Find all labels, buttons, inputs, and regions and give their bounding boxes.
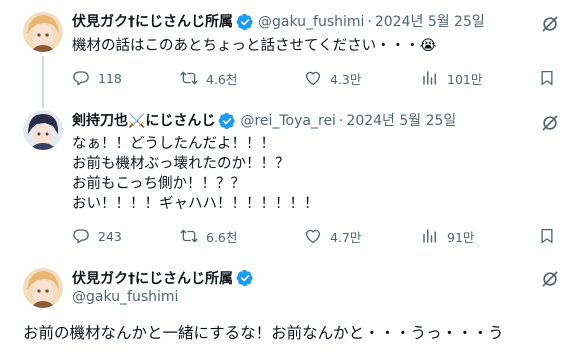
views-count: 91만: [447, 229, 475, 245]
tweet-header: 剣持刀也⚔️にじさんじ @rei_Toya_rei · 2024년 5월 25일: [72, 111, 456, 131]
tweet-text-line-4: おい！！！！ギャハハ！！！！！！！: [72, 196, 319, 212]
reply-button[interactable]: 118: [72, 69, 122, 87]
avatar-toya[interactable]: [23, 110, 63, 150]
separator-dot: ·: [338, 113, 344, 129]
thread-line: [42, 56, 44, 106]
author-handle[interactable]: @gaku_fushimi: [258, 12, 364, 32]
tweet-text-line-3: お前もこっち側か！！？？: [72, 176, 245, 192]
verified-badge-icon: [236, 269, 254, 287]
grok-icon[interactable]: [540, 113, 560, 133]
reply-count: 118: [98, 70, 122, 86]
views-button[interactable]: 91만: [421, 227, 474, 246]
main-author-handle[interactable]: @gaku_fushimi: [72, 289, 178, 305]
retweet-count: 4.6천: [206, 71, 238, 87]
bookmark-button[interactable]: [538, 69, 564, 87]
author-name[interactable]: 伏見ガク†にじさんじ所属: [72, 12, 233, 32]
author-name[interactable]: 剣持刀也⚔️にじさんじ: [72, 111, 215, 131]
tweet-1[interactable]: 伏見ガク†にじさんじ所属 @gaku_fushimi · 2024년 5월 25…: [0, 0, 572, 106]
like-button[interactable]: 4.3만: [304, 69, 361, 88]
like-button[interactable]: 4.7만: [304, 227, 361, 246]
like-count: 4.7만: [330, 229, 362, 245]
retweet-button[interactable]: 4.6천: [180, 69, 237, 88]
action-bar: 243 6.6천 4.7만 91만: [72, 226, 560, 246]
reply-button[interactable]: 243: [72, 227, 122, 245]
views-button[interactable]: 101만: [421, 69, 482, 88]
retweet-count: 6.6천: [206, 229, 238, 245]
tweet-header: 伏見ガク†にじさんじ所属 @gaku_fushimi · 2024년 5월 25…: [72, 12, 485, 32]
bookmark-button[interactable]: [538, 227, 564, 245]
tweet-2[interactable]: 剣持刀也⚔️にじさんじ @rei_Toya_rei · 2024년 5월 25일…: [0, 100, 572, 260]
views-icon: [421, 227, 439, 245]
tweet-text: 機材の話はこのあとちょっと話させてください・・・😭: [72, 38, 437, 54]
avatar-gaku-main[interactable]: [23, 268, 63, 308]
retweet-icon: [180, 69, 198, 87]
bookmark-icon: [538, 69, 556, 87]
separator-dot: ·: [367, 14, 372, 30]
tweet-text-line-1: なぁ！！どうしたんだよ！！！: [72, 136, 275, 152]
like-count: 4.3만: [330, 71, 362, 87]
grok-icon[interactable]: [540, 269, 560, 289]
reply-count: 243: [98, 228, 122, 244]
action-bar: 118 4.6천 4.3만 101만: [72, 68, 560, 88]
verified-badge-icon: [218, 112, 236, 130]
bookmark-icon: [538, 227, 556, 245]
tweet-date[interactable]: 2024년 5월 25일: [375, 12, 485, 32]
main-author-name-row: 伏見ガク†にじさんじ所属: [72, 268, 258, 288]
thread-line-top: [42, 100, 44, 108]
reply-icon: [72, 69, 90, 87]
retweet-icon: [180, 227, 198, 245]
views-icon: [421, 69, 439, 87]
like-icon: [304, 69, 322, 87]
avatar-gaku[interactable]: [23, 12, 63, 52]
author-handle[interactable]: @rei_Toya_rei: [240, 111, 336, 131]
grok-icon[interactable]: [540, 14, 560, 34]
tweet-text-line-2: お前も機材ぶっ壊れたのか！！？: [72, 156, 290, 172]
like-icon: [304, 227, 322, 245]
verified-badge-icon: [236, 13, 254, 31]
views-count: 101만: [447, 71, 483, 87]
main-author-name[interactable]: 伏見ガク†にじさんじ所属: [72, 268, 233, 288]
main-tweet-text: お前の機材なんかと一緒にするな！お前なんかと・・・うっ・・・う: [23, 324, 504, 342]
retweet-button[interactable]: 6.6천: [180, 227, 237, 246]
tweet-date[interactable]: 2024년 5월 25일: [346, 111, 456, 131]
reply-icon: [72, 227, 90, 245]
